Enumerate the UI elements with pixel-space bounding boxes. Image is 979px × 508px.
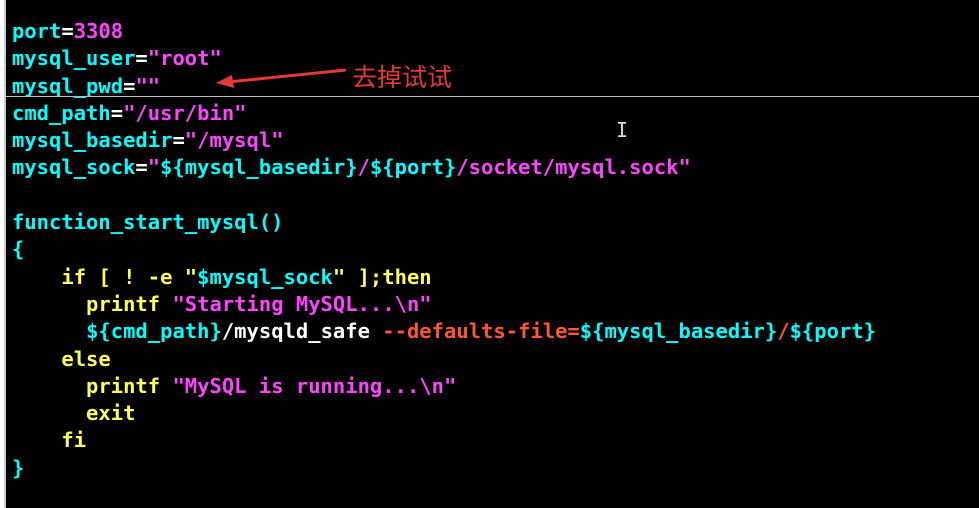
annotation-callout: 去掉试试 [214,58,474,98]
code-token: mysql_user [12,46,136,71]
code-line: exit [12,400,876,427]
code-token: = [61,19,74,43]
code-line: printf "MySQL is running...\n" [12,373,876,400]
code-line: { [12,236,876,263]
code-line: else [12,346,876,373]
code-token: " [147,155,161,180]
code-token: = [135,46,148,71]
text-ibeam-icon: I [616,118,629,142]
code-line: fi [12,427,876,454]
code-token: mysql_pwd [12,73,124,98]
code-token: --defaults-file= [382,319,580,344]
code-line: cmd_path="/usr/bin" [12,100,876,127]
code-token: 3308 [73,19,124,43]
code-line: mysql_basedir="/mysql" [12,127,876,154]
code-token: = [172,128,185,153]
code-token: " ];then [332,264,432,289]
code-token: ${cmd_path} [86,319,222,344]
code-token: exit [12,401,136,426]
code-line: } [12,455,876,482]
code-token: /mysqld_safe [221,319,383,344]
code-token: / [777,319,790,344]
code-line: printf "Starting MySQL...\n" [12,291,876,318]
code-line: function_start_mysql() [12,209,876,236]
code-token: "/usr/bin" [123,100,247,125]
code-token: ${port} [369,155,457,180]
code-line: if [ ! -e "$mysql_sock" ];then [12,264,876,291]
code-token: fi [12,428,87,453]
code-token: cmd_path [12,100,111,125]
code-token: ${mysql_basedir} [579,319,778,344]
cursor-line-highlight [6,96,979,97]
code-token: else [12,346,111,371]
code-token: ${mysql_basedir} [160,155,358,180]
terminal-window[interactable]: port=3308 mysql_user="root" mysql_pwd="" cm… [4,0,979,508]
code-token: port [12,19,62,43]
code-token: = [135,155,148,180]
code-token: mysql_sock [12,155,136,180]
code-token: "Starting MySQL...\n" [172,291,432,316]
code-token: if [ ! -e " [12,264,198,289]
code-token: "/mysql" [184,128,284,153]
code-token: "root" [147,46,222,71]
code-token: mysql_basedir [12,128,173,153]
code-token: "" [135,73,161,98]
code-line: mysql_sock="${mysql_basedir}/${port}/soc… [12,154,876,181]
annotation-text: 去掉试试 [352,63,453,92]
code-token: function_start_mysql() [12,210,284,235]
code-line: port=3308 [12,18,876,45]
code-token: ${port} [789,319,876,344]
code-line: ${cmd_path}/mysqld_safe --defaults-file=… [12,318,876,345]
code-token: = [123,73,136,98]
code-token: / [357,155,370,180]
code-token: = [110,100,124,125]
code-token: { [12,237,25,262]
code-token: "MySQL is running...\n" [172,373,457,398]
arrow-left-icon [216,68,347,88]
code-token: } [12,455,25,480]
code-token: printf [12,373,173,398]
code-token: $mysql_sock [197,264,333,289]
code-token: printf [12,291,173,316]
code-token: /socket/mysql.sock" [456,155,691,180]
